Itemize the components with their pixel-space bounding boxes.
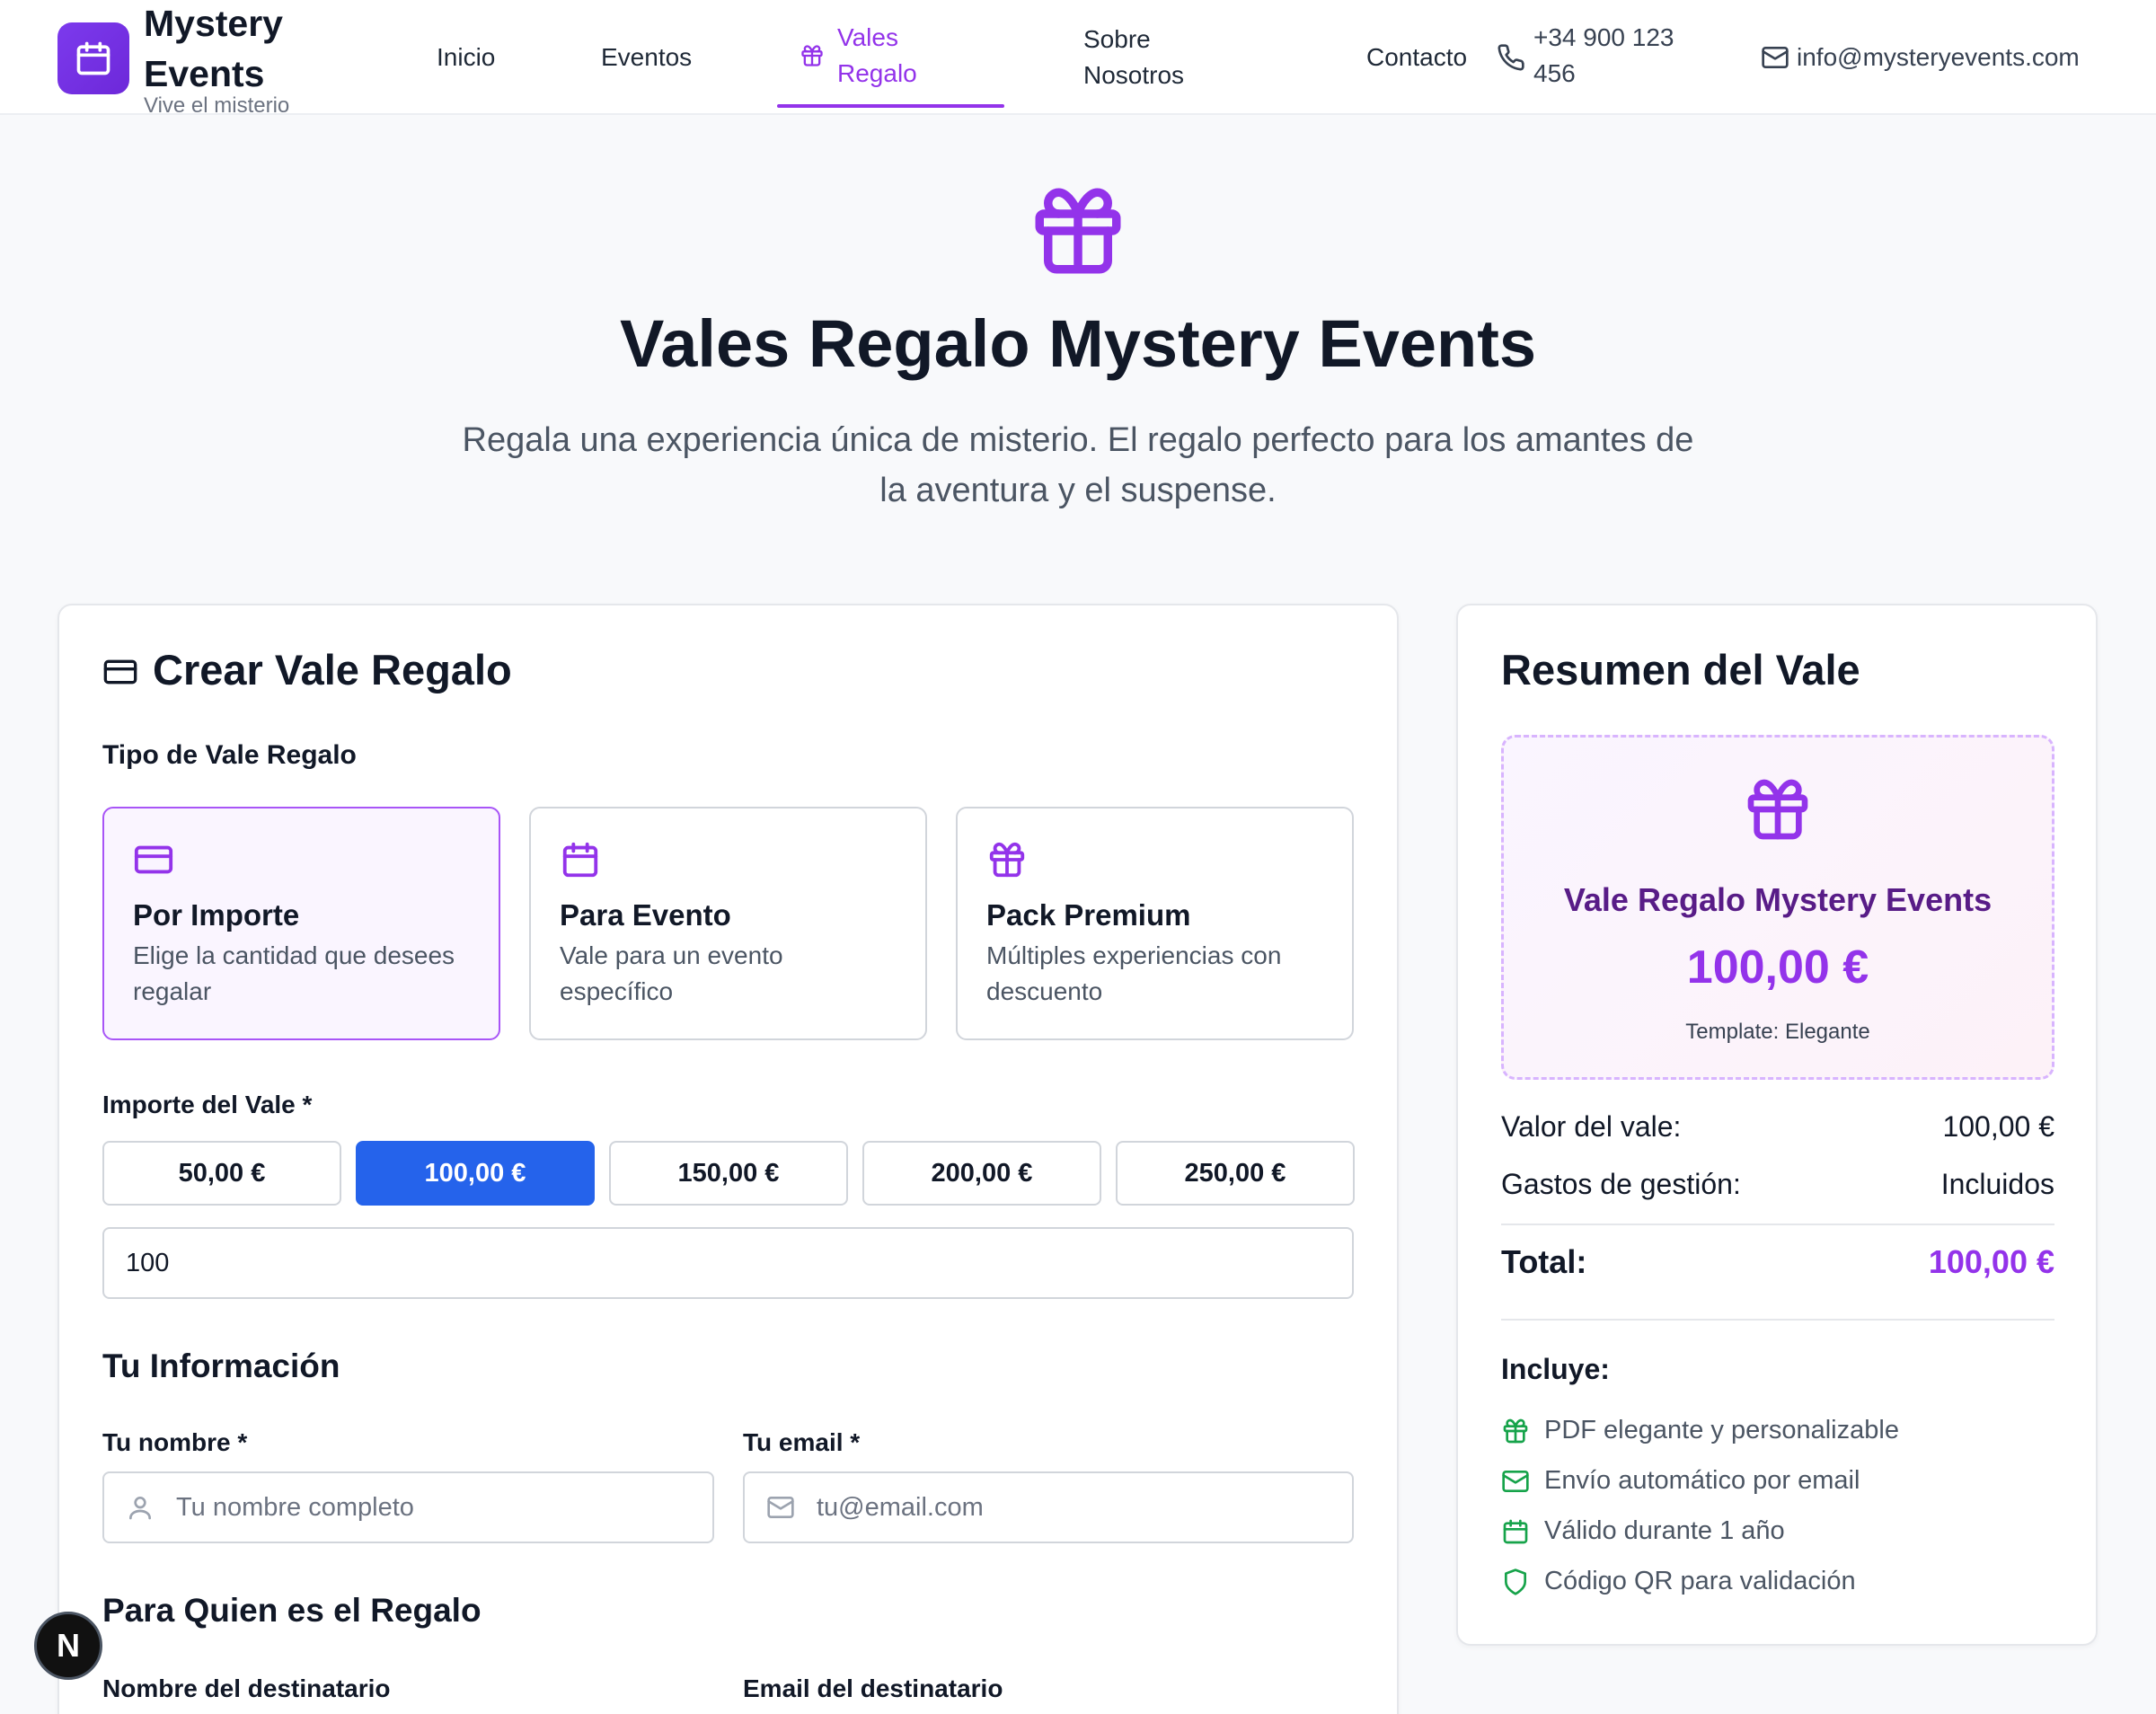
credit-card-icon <box>103 659 137 685</box>
brand-name[interactable]: Mystery Events <box>144 0 323 99</box>
fees-value: Incluidos <box>1940 1168 2054 1200</box>
voucher-title: Vale Regalo Mystery Events <box>1563 881 1993 918</box>
includes-item-text: Código QR para validación <box>1544 1567 1856 1595</box>
includes-item-text: PDF elegante y personalizable <box>1544 1416 1899 1445</box>
voucher-template: Template: Elegante <box>1685 1020 1870 1044</box>
summary-value-row: Valor del vale: 100,00 € <box>1501 1110 2054 1144</box>
gift-icon <box>1503 1418 1528 1443</box>
amount-option-150[interactable]: 150,00 € <box>609 1141 848 1206</box>
type-option-desc: Vale para un evento específico <box>560 941 783 1005</box>
create-voucher-title: Crear Vale Regalo <box>153 646 512 694</box>
includes-item-text: Válido durante 1 año <box>1544 1516 1785 1545</box>
voucher-amount: 100,00 € <box>1686 941 1869 994</box>
amount-option-100[interactable]: 100,00 € <box>356 1141 595 1206</box>
fees-label: Gastos de gestión: <box>1501 1168 1741 1200</box>
recipient-title: Para Quien es el Regalo <box>102 1592 482 1629</box>
nav-eventos[interactable]: Eventos <box>601 40 692 75</box>
total-label: Total: <box>1501 1243 1587 1280</box>
gift-icon <box>989 842 1025 878</box>
amount-option-250[interactable]: 250,00 € <box>1116 1141 1355 1206</box>
contact-phone[interactable]: +34 900 123 456 <box>1533 20 1695 92</box>
email-label: Tu email * <box>743 1428 861 1456</box>
credit-card-icon <box>134 845 173 874</box>
voucher-preview: Vale Regalo Mystery Events 100,00 € Temp… <box>1501 735 2054 1080</box>
gift-icon <box>1035 188 1121 274</box>
page-subtitle: Regala una experiencia única de misterio… <box>462 421 1694 509</box>
includes-item-text: Envío automático por email <box>1544 1466 1860 1495</box>
type-option-title: Pack Premium <box>986 898 1191 932</box>
recipient-email-label: Email del destinatario <box>743 1674 1003 1702</box>
calendar-icon <box>76 41 110 75</box>
mail-icon <box>1762 47 1789 68</box>
floating-dev-button[interactable]: N <box>34 1612 102 1680</box>
nav-active-indicator <box>777 104 1004 108</box>
name-field[interactable]: Tu nombre completo <box>102 1471 714 1543</box>
value-label: Valor del vale: <box>1501 1110 1682 1143</box>
type-option-por-importe[interactable]: Por Importe Elige la cantidad que desees… <box>102 807 500 1040</box>
mail-icon <box>767 1497 794 1518</box>
calendar-icon <box>1503 1519 1528 1543</box>
includes-item: Envío automático por email <box>1501 1466 1860 1496</box>
page-title: Vales Regalo Mystery Events <box>619 306 1537 381</box>
nav-vales-regalo-label: Vales Regalo <box>837 23 917 87</box>
includes-item: Válido durante 1 año <box>1501 1516 1785 1546</box>
amount-option-200[interactable]: 200,00 € <box>862 1141 1101 1206</box>
name-label: Tu nombre * <box>102 1428 248 1456</box>
your-info-title: Tu Información <box>102 1347 340 1384</box>
calendar-icon <box>562 842 598 878</box>
type-option-pack-premium[interactable]: Pack Premium Múltiples experiencias con … <box>956 807 1354 1040</box>
custom-amount-input[interactable]: 100 <box>102 1227 1354 1299</box>
value-amount: 100,00 € <box>1942 1110 2054 1143</box>
amount-option-50[interactable]: 50,00 € <box>102 1141 341 1206</box>
summary-title: Resumen del Vale <box>1501 646 1860 694</box>
gift-icon <box>1747 779 1808 840</box>
type-option-desc: Múltiples experiencias con descuento <box>986 941 1282 1005</box>
includes-title: Incluye: <box>1501 1353 2054 1386</box>
shield-icon <box>1505 1568 1526 1595</box>
logo[interactable] <box>57 22 129 94</box>
nav-sobre-nosotros[interactable]: Sobre Nosotros <box>1083 22 1227 93</box>
includes-item: Código QR para validación <box>1501 1567 1856 1596</box>
user-icon <box>129 1497 151 1520</box>
includes-title-text: Incluye: <box>1501 1353 1610 1385</box>
recipient-name-label: Nombre del destinatario <box>102 1674 391 1702</box>
summary-fees-row: Gastos de gestión: Incluidos <box>1501 1168 2054 1201</box>
summary-divider <box>1501 1224 2054 1225</box>
custom-amount-value: 100 <box>126 1248 170 1277</box>
phone-icon <box>1498 44 1524 71</box>
email-placeholder: tu@email.com <box>817 1492 984 1522</box>
name-placeholder: Tu nombre completo <box>176 1492 414 1522</box>
brand-tagline: Vive el misterio <box>144 93 290 118</box>
summary-divider <box>1501 1319 2054 1321</box>
gift-icon <box>801 45 823 66</box>
contact-email[interactable]: info@mysteryevents.com <box>1797 40 2080 75</box>
type-option-para-evento[interactable]: Para Evento Vale para un evento específi… <box>529 807 927 1040</box>
nav-vales-regalo[interactable]: Vales Regalo <box>800 20 936 92</box>
nav-contacto[interactable]: Contacto <box>1366 40 1467 75</box>
total-amount: 100,00 € <box>1928 1243 2054 1280</box>
type-option-title: Por Importe <box>133 898 300 932</box>
includes-item: PDF elegante y personalizable <box>1501 1416 1899 1445</box>
amount-label: Importe del Vale * <box>102 1091 313 1118</box>
type-option-title: Para Evento <box>560 898 731 932</box>
mail-icon <box>1502 1470 1529 1492</box>
type-option-desc: Elige la cantidad que desees regalar <box>133 941 455 1005</box>
site-header: Mystery Events Vive el misterio Inicio E… <box>0 0 2156 118</box>
summary-total-row: Total: 100,00 € <box>1501 1243 2054 1281</box>
email-field[interactable]: tu@email.com <box>743 1471 1354 1543</box>
voucher-type-label: Tipo de Vale Regalo <box>102 740 357 770</box>
nav-inicio[interactable]: Inicio <box>437 40 495 75</box>
